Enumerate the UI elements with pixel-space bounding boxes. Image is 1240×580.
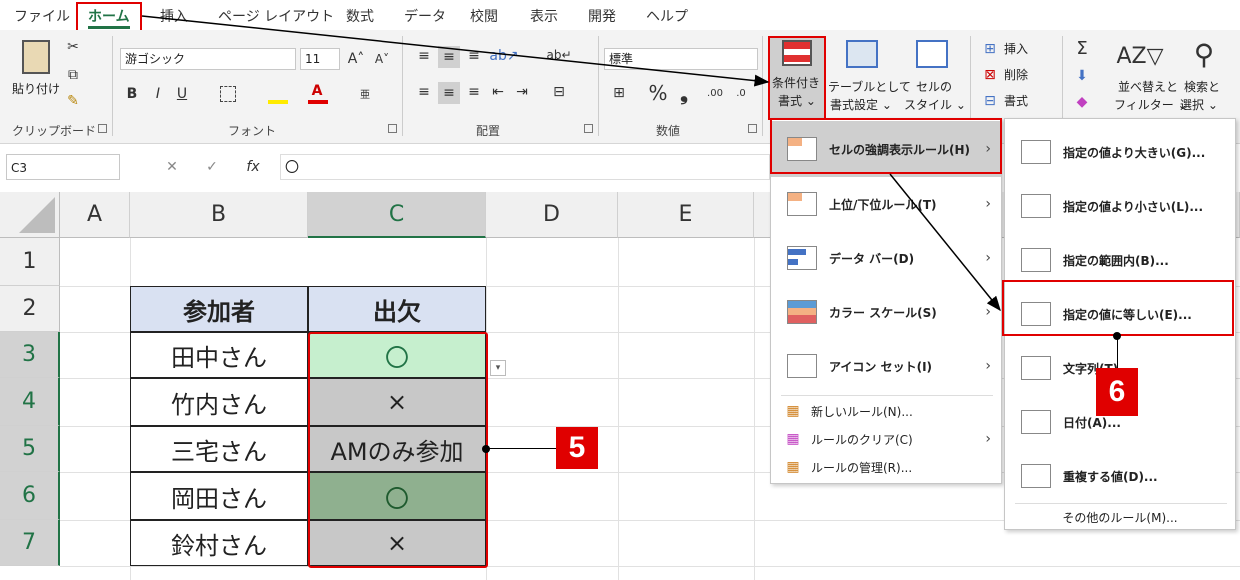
arrow-rules-to-equal [889, 173, 1001, 312]
annotation-arrows [141, 15, 1001, 312]
arrow-home-to-cf [141, 15, 770, 87]
